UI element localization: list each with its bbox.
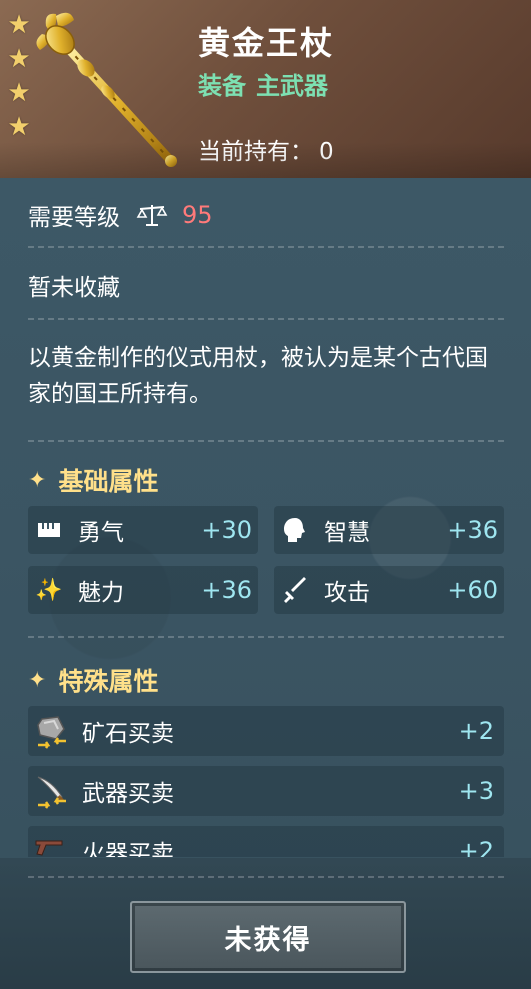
basic-attributes-title: 基础属性 <box>58 467 159 496</box>
sword-icon <box>280 575 310 605</box>
sparkle-icon: ✨ <box>35 577 63 603</box>
item-type-main: 装备 <box>198 72 246 100</box>
balance-scale-icon <box>136 205 168 226</box>
list-item: 矿石买卖 +2 <box>28 706 504 756</box>
ore-trade-icon <box>37 716 66 749</box>
level-label: 需要等级 <box>28 205 120 231</box>
item-name: 黄金王杖 <box>198 24 335 62</box>
golden-scepter-icon <box>36 12 177 167</box>
required-level: 需要等级 95 <box>28 198 213 232</box>
attr-attack: 攻击 +60 <box>274 566 504 614</box>
special-attributes-title: 特殊属性 <box>58 667 159 696</box>
item-type: 装备 主武器 <box>198 66 328 101</box>
item-header: ★ ★ ★ ★ 黄金王杖 装备 主武器 当前持有： 0 <box>0 0 531 178</box>
sparkle-icon: ✦ <box>28 667 47 693</box>
divider <box>28 440 504 442</box>
held-value: 0 <box>319 139 334 165</box>
list-item: 火器买卖 +2 <box>28 826 504 857</box>
attr-courage: 勇气 +30 <box>28 506 258 554</box>
collection-status: 暂未收藏 <box>28 275 120 301</box>
attr-wisdom: 智慧 +36 <box>274 506 504 554</box>
head-icon <box>280 515 310 545</box>
held-label: 当前持有： <box>198 139 313 165</box>
level-value: 95 <box>182 201 213 229</box>
item-type-sub: 主武器 <box>256 72 328 100</box>
divider <box>28 318 504 320</box>
attr-charm: ✨ 魅力 +36 <box>28 566 258 614</box>
special-attributes-list[interactable]: 矿石买卖 +2 武器买卖 +3 火器买卖 +2 <box>0 700 531 857</box>
item-description: 以黄金制作的仪式用杖，被认为是某个古代国家的国王所持有。 <box>28 345 488 407</box>
sparkle-icon: ✦ <box>28 467 47 493</box>
fist-icon <box>34 515 64 545</box>
divider <box>28 636 504 638</box>
not-obtained-button[interactable]: 未获得 <box>130 901 406 973</box>
list-item: 武器买卖 +3 <box>28 766 504 816</box>
basic-attributes-header: ✦ 基础属性 <box>28 462 158 498</box>
special-attributes-header: ✦ 特殊属性 <box>28 662 158 698</box>
divider <box>28 246 504 248</box>
weapon-trade-icon <box>37 776 66 809</box>
held-count: 当前持有： 0 <box>198 132 334 166</box>
firearm-trade-icon <box>35 840 63 856</box>
divider <box>28 876 504 878</box>
